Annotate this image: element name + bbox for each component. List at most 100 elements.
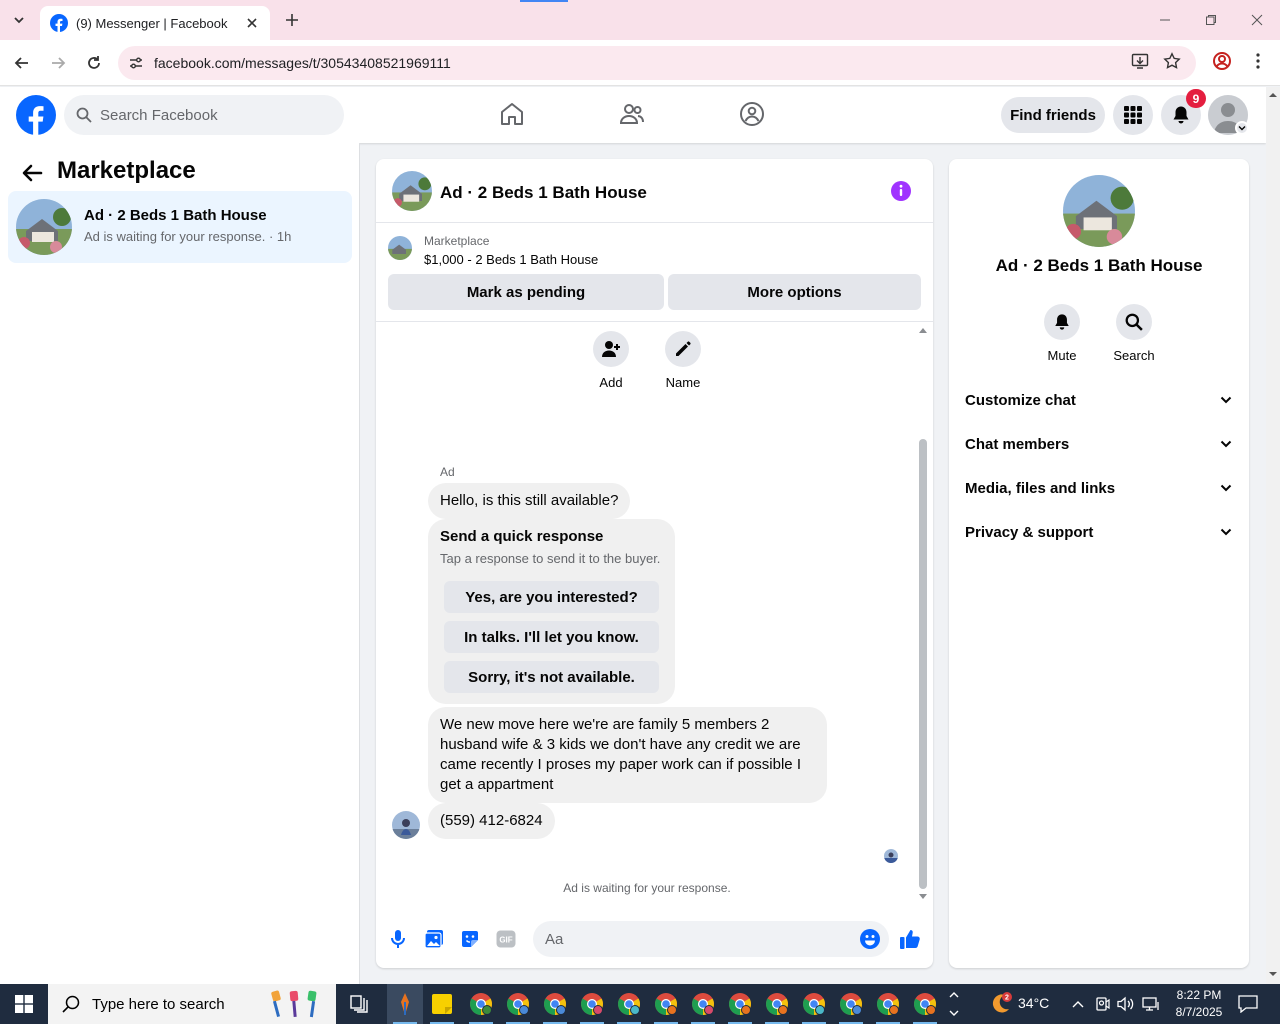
message-input[interactable] <box>545 930 845 948</box>
taskbar-app-chrome-13[interactable] <box>907 984 943 1024</box>
name-action-label: Name <box>665 375 701 390</box>
taskbar-app-chrome-1[interactable] <box>463 984 499 1024</box>
taskbar-overflow-scroller[interactable] <box>946 984 962 1024</box>
listing-price[interactable]: $1,000 - 2 Beds 1 Bath House <box>424 252 598 267</box>
info-icon[interactable] <box>890 180 912 202</box>
more-options-button[interactable]: More options <box>668 274 921 310</box>
quick-reply-not-available-button[interactable]: Sorry, it's not available. <box>444 661 659 693</box>
browser-menu-icon[interactable] <box>1246 49 1270 73</box>
scroll-up-icon[interactable] <box>1269 91 1277 99</box>
volume-icon[interactable] <box>1116 984 1136 1024</box>
close-tab-icon[interactable] <box>244 15 260 31</box>
taskbar-search-box[interactable]: Type here to search <box>48 984 336 1024</box>
home-nav-icon[interactable] <box>497 99 527 129</box>
system-clock[interactable]: 8:22 PM 8/7/2025 <box>1160 987 1238 1021</box>
back-arrow-icon[interactable] <box>20 161 44 185</box>
search-conversation-action[interactable]: Search <box>1104 304 1164 363</box>
facebook-logo-icon[interactable] <box>16 95 56 135</box>
customize-chat-section[interactable]: Customize chat <box>949 378 1249 422</box>
weather-widget-icon[interactable]: 2 <box>982 984 1018 1024</box>
chat-header-avatar[interactable] <box>392 171 432 211</box>
name-chat-action[interactable]: Name <box>653 331 713 390</box>
arrow-right-icon <box>52 57 66 69</box>
search-icon <box>62 995 80 1013</box>
info-panel-avatar[interactable] <box>1063 175 1135 247</box>
message-bubble[interactable]: Hello, is this still available? <box>428 483 631 519</box>
back-button[interactable] <box>10 51 34 75</box>
tab-search-button[interactable] <box>8 9 30 31</box>
site-settings-icon[interactable] <box>128 55 144 71</box>
taskbar-app-chrome-11[interactable] <box>833 984 869 1024</box>
mute-action[interactable]: Mute <box>1032 304 1092 363</box>
minimize-button[interactable] <box>1142 0 1188 40</box>
taskbar-app-chrome-2[interactable] <box>500 984 536 1024</box>
new-tab-button[interactable] <box>282 10 302 30</box>
facebook-search-box[interactable] <box>64 95 344 135</box>
chat-scrollbar-thumb[interactable] <box>919 439 927 889</box>
task-view-button[interactable] <box>342 984 378 1024</box>
message-input-box[interactable] <box>533 921 889 957</box>
tab-strip-accent <box>520 0 568 2</box>
facebook-search-input[interactable] <box>100 106 320 124</box>
address-bar[interactable]: facebook.com/messages/t/3054340852196911… <box>118 46 1196 80</box>
taskbar-app-chrome-6[interactable] <box>648 984 684 1024</box>
taskbar-app-chrome-12[interactable] <box>870 984 906 1024</box>
install-app-icon[interactable] <box>1128 49 1152 73</box>
friends-nav-icon[interactable] <box>617 99 647 129</box>
bookmark-star-icon[interactable] <box>1160 49 1184 73</box>
account-chevron-icon[interactable] <box>1235 121 1249 135</box>
taskbar-app-chrome-5[interactable] <box>611 984 647 1024</box>
browser-tab[interactable]: (9) Messenger | Facebook <box>40 6 270 40</box>
weather-temperature[interactable]: 34°C <box>1018 995 1049 1011</box>
sticker-icon[interactable] <box>458 927 482 951</box>
gif-icon[interactable]: GIF <box>494 927 518 951</box>
conversation-list-item[interactable]: Ad · 2 Beds 1 Bath House Ad is waiting f… <box>8 191 352 263</box>
close-window-button[interactable] <box>1234 0 1280 40</box>
notification-center-icon[interactable] <box>1236 984 1260 1024</box>
listing-banner-thumbnail[interactable] <box>388 236 412 260</box>
forward-button[interactable] <box>46 51 70 75</box>
taskbar-app-chrome-10[interactable] <box>796 984 832 1024</box>
groups-nav-icon[interactable] <box>737 99 767 129</box>
taskbar-app-paint[interactable] <box>387 984 423 1024</box>
house-photo-icon <box>388 236 412 260</box>
add-people-action[interactable]: Add <box>581 331 641 390</box>
chevron-down-icon <box>1220 396 1232 404</box>
quick-reply-yes-button[interactable]: Yes, are you interested? <box>444 581 659 613</box>
waiting-status-text: Ad is waiting for your response. <box>563 881 731 895</box>
windows-logo-icon <box>15 995 33 1013</box>
mark-pending-button[interactable]: Mark as pending <box>388 274 664 310</box>
reload-button[interactable] <box>82 51 106 75</box>
tray-overflow-chevron-icon[interactable] <box>1068 984 1088 1024</box>
microphone-icon[interactable] <box>386 927 410 951</box>
taskbar-app-chrome-4[interactable] <box>574 984 610 1024</box>
taskbar-app-chrome-9[interactable] <box>759 984 795 1024</box>
media-files-links-section[interactable]: Media, files and links <box>949 466 1249 510</box>
taskbar-app-chrome-8[interactable] <box>722 984 758 1024</box>
restore-icon <box>1206 15 1216 25</box>
menu-grid-button[interactable] <box>1113 95 1153 135</box>
taskbar-app-chrome-3[interactable] <box>537 984 573 1024</box>
find-friends-button[interactable]: Find friends <box>1001 97 1105 133</box>
scroll-down-icon[interactable] <box>1269 970 1277 978</box>
chat-title[interactable]: Ad · 2 Beds 1 Bath House <box>440 183 647 203</box>
taskbar-app-sticky-notes[interactable] <box>424 984 460 1024</box>
chrome-icon <box>581 993 603 1015</box>
page-scrollbar[interactable] <box>1266 87 1280 984</box>
message-bubble[interactable]: (559) 412-6824 <box>428 803 555 839</box>
quick-reply-in-talks-button[interactable]: In talks. I'll let you know. <box>444 621 659 653</box>
thumbs-up-icon[interactable] <box>898 927 922 951</box>
sender-avatar[interactable] <box>392 811 420 839</box>
start-button[interactable] <box>0 984 48 1024</box>
profile-icon[interactable] <box>1210 49 1234 73</box>
taskbar-app-chrome-7[interactable] <box>685 984 721 1024</box>
chat-scrollbar[interactable] <box>917 323 929 903</box>
network-icon[interactable] <box>1140 984 1162 1024</box>
privacy-support-section[interactable]: Privacy & support <box>949 510 1249 554</box>
chat-members-section[interactable]: Chat members <box>949 422 1249 466</box>
photo-gallery-icon[interactable] <box>422 927 446 951</box>
meet-now-icon[interactable] <box>1092 984 1112 1024</box>
message-bubble[interactable]: We new move here we're are family 5 memb… <box>428 707 827 803</box>
restore-button[interactable] <box>1188 0 1234 40</box>
emoji-icon[interactable] <box>860 929 880 949</box>
